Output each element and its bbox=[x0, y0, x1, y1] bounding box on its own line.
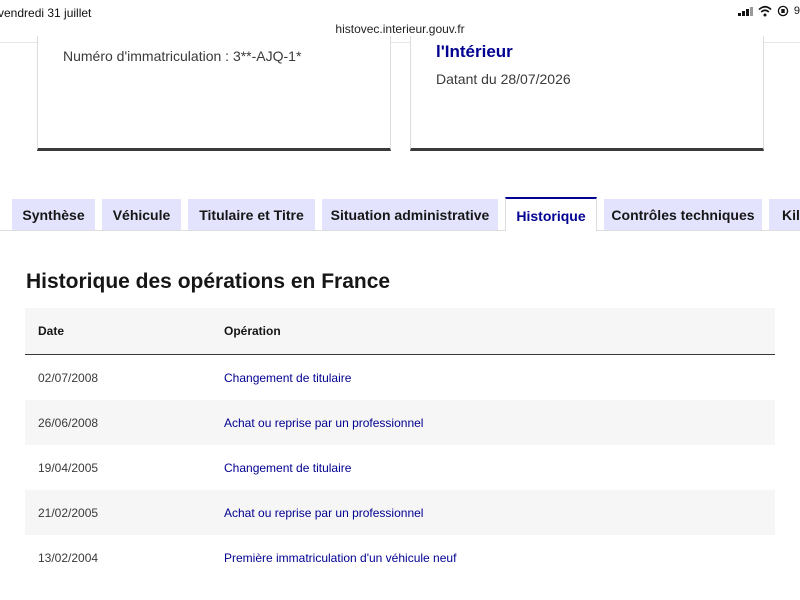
report-card-title: l'Intérieur bbox=[436, 42, 513, 61]
tab-controles-techniques[interactable]: Contrôles techniques bbox=[604, 199, 762, 231]
tab-titulaire-et-titre[interactable]: Titulaire et Titre bbox=[188, 199, 315, 231]
status-time: vendredi 31 juillet bbox=[0, 6, 92, 20]
table-row: 21/02/2005 Achat ou reprise par un profe… bbox=[25, 490, 775, 535]
row-date: 19/04/2005 bbox=[38, 461, 99, 475]
registration-number: Numéro d'immatriculation : 3**-AJQ-1* bbox=[63, 48, 302, 64]
vehicle-card: Numéro d'immatriculation : 3**-AJQ-1* bbox=[37, 36, 391, 151]
table-row: 13/02/2004 Première immatriculation d'un… bbox=[25, 535, 775, 580]
row-operation[interactable]: Achat ou reprise par un professionnel bbox=[224, 416, 423, 430]
table-row: 02/07/2008 Changement de titulaire bbox=[25, 355, 775, 400]
row-date: 26/06/2008 bbox=[38, 416, 99, 430]
tab-vehicule[interactable]: Véhicule bbox=[102, 199, 181, 231]
browser-url[interactable]: histovec.interieur.gouv.fr bbox=[0, 22, 800, 36]
row-operation[interactable]: Achat ou reprise par un professionnel bbox=[224, 506, 423, 520]
tab-list: Synthèse Véhicule Titulaire et Titre Sit… bbox=[0, 197, 800, 231]
wifi-icon bbox=[758, 5, 772, 17]
tab-situation-administrative[interactable]: Situation administrative bbox=[322, 199, 498, 231]
table-header: Date Opération bbox=[25, 308, 775, 355]
row-operation[interactable]: Changement de titulaire bbox=[224, 371, 351, 385]
report-card: l'Intérieur Datant du 28/07/2026 bbox=[410, 36, 764, 151]
row-operation[interactable]: Première immatriculation d'un véhicule n… bbox=[224, 551, 456, 565]
tab-historique[interactable]: Historique bbox=[505, 197, 597, 231]
history-table: Date Opération 02/07/2008 Changement de … bbox=[25, 308, 775, 580]
status-icons: 9 bbox=[737, 4, 800, 18]
table-row: 26/06/2008 Achat ou reprise par un profe… bbox=[25, 400, 775, 445]
tabs-divider bbox=[0, 230, 800, 231]
row-date: 13/02/2004 bbox=[38, 551, 99, 565]
cellular-signal-icon bbox=[737, 6, 753, 16]
row-operation[interactable]: Changement de titulaire bbox=[224, 461, 351, 475]
report-date: Datant du 28/07/2026 bbox=[436, 71, 571, 87]
table-row: 19/04/2005 Changement de titulaire bbox=[25, 445, 775, 490]
header-operation: Opération bbox=[224, 324, 281, 338]
orientation-lock-icon bbox=[777, 5, 789, 17]
status-bar: vendredi 31 juillet 9 bbox=[0, 0, 800, 20]
tab-kilometrage[interactable]: Kilo bbox=[769, 199, 800, 231]
tab-synthese[interactable]: Synthèse bbox=[12, 199, 95, 231]
row-date: 21/02/2005 bbox=[38, 506, 99, 520]
battery-percentage: 9 bbox=[793, 5, 800, 17]
row-date: 02/07/2008 bbox=[38, 371, 99, 385]
header-date: Date bbox=[38, 324, 65, 338]
history-title: Historique des opérations en France bbox=[26, 270, 391, 293]
